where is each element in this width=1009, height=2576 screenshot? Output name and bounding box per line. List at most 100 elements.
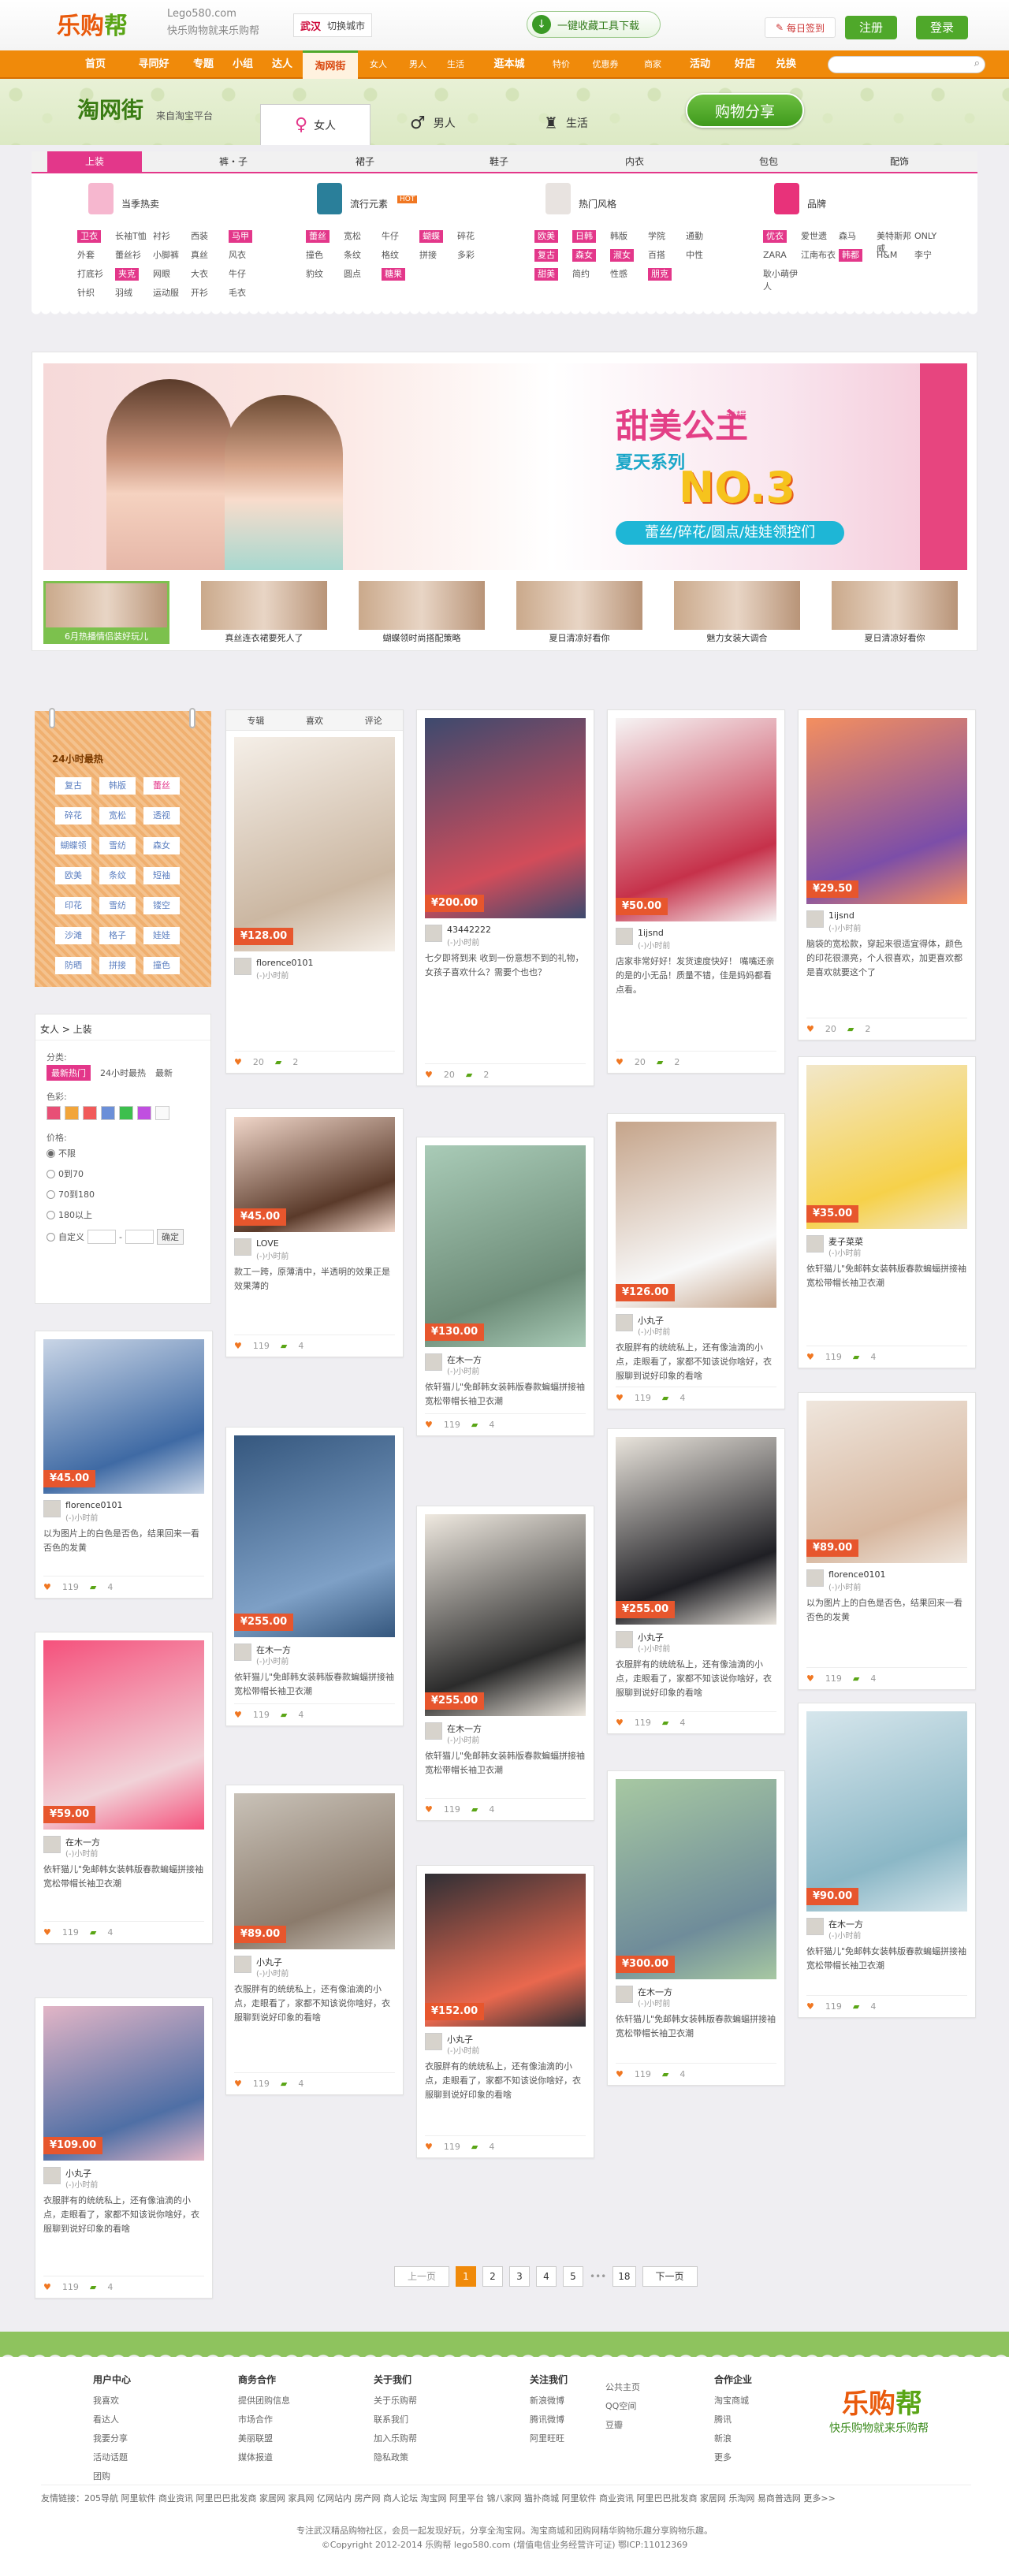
heart-icon[interactable]: ♥ xyxy=(43,1582,51,1592)
banner-thumbnail[interactable]: 魅力女装大调合 xyxy=(674,581,800,644)
category-tag[interactable]: 毛衣 xyxy=(229,287,265,300)
footer-link[interactable]: 市场合作 xyxy=(238,2413,290,2425)
comment-icon[interactable]: ▰ xyxy=(471,2142,478,2152)
product-card[interactable]: 专辑 喜欢 评论 ¥128.00 florence0101 (-)小时前 ♥ 20 ▰ 2 xyxy=(225,709,404,1074)
banner-thumbnail[interactable]: 蝴蝶领时尚搭配策略 xyxy=(359,581,485,644)
hot-tag[interactable]: 森女 xyxy=(143,837,180,854)
user-name[interactable]: florence0101 xyxy=(65,1500,123,1510)
category-tag[interactable]: 通勤 xyxy=(686,230,722,243)
radio-button[interactable] xyxy=(47,1148,55,1158)
category-tag[interactable]: 条纹 xyxy=(344,249,380,262)
city-selector[interactable]: 武汉 切换城市 xyxy=(293,13,373,37)
hot-tag[interactable]: 蕾丝 xyxy=(143,777,180,795)
category-tag[interactable]: 牛仔 xyxy=(229,268,265,281)
footer-link[interactable]: 豆瓣 xyxy=(605,2418,640,2431)
category-tag[interactable]: 豹纹 xyxy=(306,268,342,281)
category-tag[interactable]: 风衣 xyxy=(229,249,265,262)
heart-icon[interactable]: ♥ xyxy=(616,1718,624,1728)
product-image[interactable] xyxy=(425,718,586,918)
user-avatar[interactable] xyxy=(425,1353,442,1371)
category-tag[interactable]: 小脚裤 xyxy=(153,249,189,262)
category-tag[interactable]: 百搭 xyxy=(648,249,684,262)
product-image[interactable] xyxy=(425,1514,586,1716)
product-card[interactable]: ¥35.00 麦子菜菜 (-)小时前 依轩猫儿"免邮韩女装韩版春款蝙蝠拼接袖宽松带帽长… xyxy=(798,1056,976,1368)
product-image[interactable] xyxy=(43,1640,204,1830)
hot-tag[interactable]: 短袖 xyxy=(143,867,180,884)
category-tag[interactable]: 森马 xyxy=(839,230,875,243)
hot-tag[interactable]: 韩版 xyxy=(99,777,136,795)
nav-item[interactable]: 商家 xyxy=(631,50,675,79)
share-shopping-button[interactable]: 购物分享 xyxy=(686,93,804,128)
category-tab[interactable]: 裤・子 xyxy=(186,151,281,172)
nav-item[interactable]: 女人 xyxy=(361,50,396,79)
user-avatar[interactable] xyxy=(425,2033,442,2050)
footer-link[interactable]: 新浪微博 xyxy=(530,2394,568,2407)
footer-link[interactable]: 看达人 xyxy=(93,2413,131,2425)
nav-search-input[interactable]: ⌕ xyxy=(828,56,985,73)
footer-link[interactable]: 美丽联盟 xyxy=(238,2432,290,2444)
site-logo[interactable]: 乐购帮 xyxy=(57,6,128,41)
price-option[interactable]: 180以上 xyxy=(47,1208,92,1221)
comment-icon[interactable]: ▰ xyxy=(90,2282,96,2292)
category-tag[interactable]: ONLY xyxy=(914,230,951,243)
product-card[interactable]: ¥130.00 在木一方 (-)小时前 依轩猫儿"免邮韩女装韩版春款蝙蝠拼接袖宽松带帽… xyxy=(416,1137,594,1436)
user-avatar[interactable] xyxy=(425,1722,442,1740)
footer-link[interactable]: 联系我们 xyxy=(374,2413,417,2425)
hot-tag[interactable]: 沙滩 xyxy=(55,927,91,944)
footer-link[interactable]: 我喜欢 xyxy=(93,2394,131,2407)
comment-icon[interactable]: ▰ xyxy=(657,1057,663,1067)
heart-icon[interactable]: ♥ xyxy=(806,1024,814,1034)
product-card[interactable]: ¥29.50 1ijsnd (-)小时前 脑袋的宽松款，穿起来很适宜得体，颜色的印花很… xyxy=(798,709,976,1040)
comment-icon[interactable]: ▰ xyxy=(662,1393,668,1403)
sort-option[interactable]: 最新热门 xyxy=(47,1065,91,1081)
heart-icon[interactable]: ♥ xyxy=(806,2001,814,2012)
product-card[interactable]: ¥90.00 在木一方 (-)小时前 依轩猫儿"免邮韩女装韩版春款蝙蝠拼接袖宽松带帽长… xyxy=(798,1703,976,2018)
product-image[interactable] xyxy=(616,1437,776,1625)
product-card[interactable]: ¥89.00 小丸子 (-)小时前 衣服胖有的统统私上，还有像油滴的小点，走眼看了，家… xyxy=(225,1785,404,2095)
category-tag[interactable]: 运动服 xyxy=(153,287,189,300)
category-tag[interactable]: 森女 xyxy=(572,249,596,262)
user-avatar[interactable] xyxy=(616,1986,633,2003)
category-tag[interactable]: 蕾丝衫 xyxy=(115,249,151,262)
category-tag[interactable]: 韩版 xyxy=(610,230,646,243)
category-tag[interactable]: ZARA xyxy=(763,249,799,262)
user-avatar[interactable] xyxy=(425,925,442,942)
banner-thumbnail[interactable]: 6月热播情侣装好玩儿 xyxy=(43,581,169,644)
color-swatch[interactable] xyxy=(119,1106,133,1120)
nav-item[interactable]: 首页 xyxy=(76,50,115,79)
heart-icon[interactable]: ♥ xyxy=(425,2142,433,2152)
price-max-input[interactable] xyxy=(125,1230,154,1244)
category-tab[interactable]: 内衣 xyxy=(591,151,678,172)
comment-icon[interactable]: ▰ xyxy=(662,2069,668,2079)
footer-link[interactable]: 淘宝商城 xyxy=(714,2394,752,2407)
heart-icon[interactable]: ♥ xyxy=(616,1057,624,1067)
category-tag[interactable]: 夹克 xyxy=(115,268,139,281)
product-card[interactable]: ¥126.00 小丸子 (-)小时前 衣服胖有的统统私上，还有像油滴的小点，走眼看了，… xyxy=(607,1113,785,1409)
footer-link[interactable]: 腾讯 xyxy=(714,2413,752,2425)
nav-item[interactable]: 逛本城 xyxy=(478,50,541,79)
register-button[interactable]: 注册 xyxy=(845,16,897,39)
hot-tag[interactable]: 欧美 xyxy=(55,867,91,884)
category-tab[interactable]: 裙子 xyxy=(322,151,408,172)
product-image[interactable] xyxy=(234,737,395,951)
user-avatar[interactable] xyxy=(43,1836,61,1853)
nav-item[interactable]: 优惠券 xyxy=(583,50,627,79)
category-tag[interactable]: 李宁 xyxy=(914,249,951,262)
category-tag[interactable]: 中性 xyxy=(686,249,722,262)
banner-thumbnail[interactable]: 真丝连衣裙要死人了 xyxy=(201,581,327,644)
category-tag[interactable]: 朋克 xyxy=(648,268,672,281)
comment-icon[interactable]: ▰ xyxy=(853,1673,859,1684)
category-tag[interactable]: 欧美 xyxy=(534,230,558,243)
footer-link[interactable]: 提供团购信息 xyxy=(238,2394,290,2407)
comment-icon[interactable]: ▰ xyxy=(847,1024,854,1034)
color-swatch[interactable] xyxy=(65,1106,79,1120)
hot-tag[interactable]: 镂空 xyxy=(143,897,180,914)
color-swatch[interactable] xyxy=(155,1106,169,1120)
category-tag[interactable]: 糖果色 xyxy=(382,268,405,292)
footer-link[interactable]: QQ空间 xyxy=(605,2399,640,2412)
product-card[interactable]: ¥255.00 在木一方 (-)小时前 依轩猫儿"免邮韩女装韩版春款蝙蝠拼接袖宽松带帽… xyxy=(225,1427,404,1726)
category-tag[interactable]: 宽松 xyxy=(344,230,380,243)
price-option[interactable]: 自定义 - 确定 xyxy=(47,1229,184,1245)
footer-link[interactable]: 媒体报道 xyxy=(238,2451,290,2463)
nav-item[interactable]: 小组 xyxy=(225,50,260,79)
